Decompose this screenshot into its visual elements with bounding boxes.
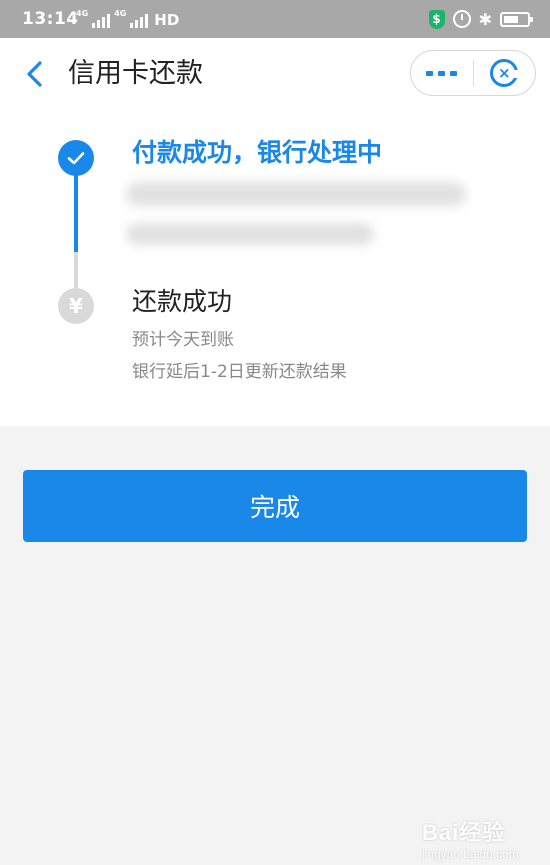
step-connector-inactive (74, 252, 78, 288)
miniprogram-capsule: × (410, 50, 536, 96)
step-2-subtitle: 银行延后1-2日更新还款结果 (132, 362, 347, 382)
navigation-bar: 信用卡还款 × (0, 38, 550, 110)
signal-bars-icon (130, 12, 149, 28)
step-2-subtitle: 预计今天到账 (132, 330, 234, 350)
status-bar: 13:14 4G 4G HD $ ✱ (0, 0, 550, 38)
network-type-label: 4G (114, 9, 127, 18)
redacted-detail (126, 223, 374, 245)
more-dots-icon (426, 70, 458, 76)
watermark-brand: Bai经验 (422, 820, 506, 845)
page-title: 信用卡还款 (68, 58, 203, 89)
progress-card: 付款成功，银行处理中 ¥ 还款成功 预计今天到账 银行延后1-2日更新还款结果 (0, 110, 550, 426)
close-miniprogram-button[interactable]: × (473, 51, 535, 95)
step-2-title: 还款成功 (132, 287, 233, 316)
check-icon (58, 140, 94, 176)
back-button[interactable] (18, 56, 54, 92)
close-miniprogram-icon: × (490, 59, 522, 87)
chevron-left-icon (27, 61, 42, 87)
more-button[interactable] (411, 51, 473, 95)
redacted-detail (126, 182, 466, 206)
yen-icon: ¥ (58, 288, 94, 324)
hd-label: HD (154, 11, 180, 29)
bluetooth-icon: ✱ (478, 9, 492, 29)
status-time: 13:14 (22, 9, 79, 29)
signal-group: 4G 4G HD (76, 10, 179, 28)
network-type-label: 4G (76, 9, 89, 18)
watermark: Bai经验 jingyan.baidu.com (422, 815, 519, 861)
signal-bars-icon (92, 12, 111, 28)
watermark-url: jingyan.baidu.com (422, 847, 519, 861)
security-shield-icon: $ (428, 9, 445, 29)
step-connector-active (74, 174, 78, 252)
alarm-clock-icon (452, 10, 471, 28)
battery-icon (500, 11, 533, 27)
done-button[interactable]: 完成 (23, 470, 527, 542)
status-icons: $ ✱ (428, 9, 533, 29)
step-1-title: 付款成功，银行处理中 (132, 138, 383, 167)
